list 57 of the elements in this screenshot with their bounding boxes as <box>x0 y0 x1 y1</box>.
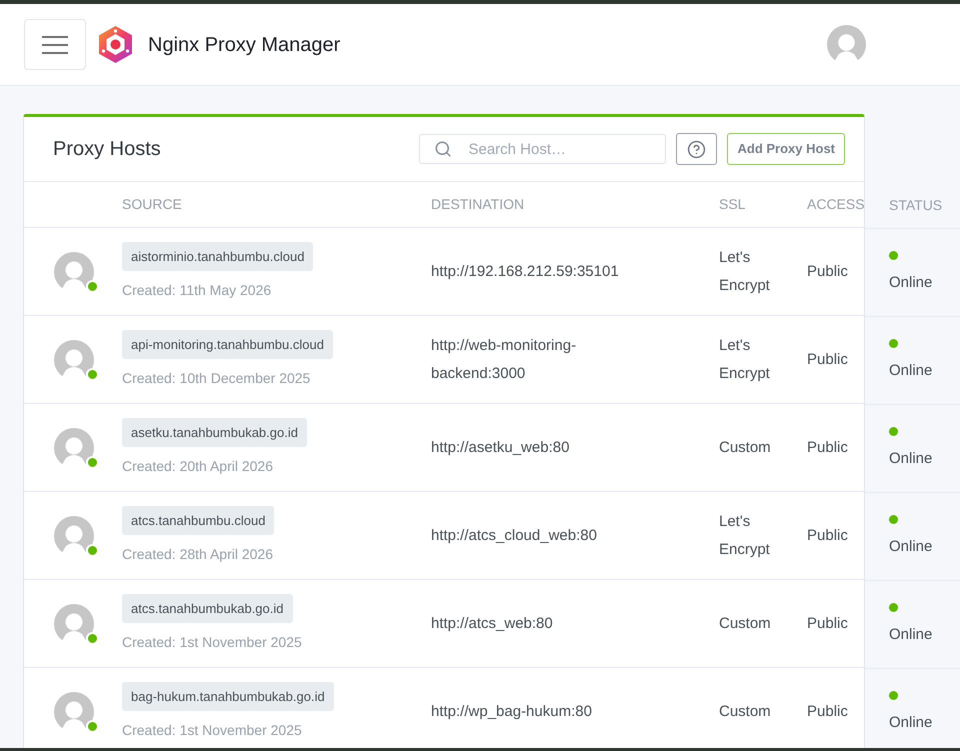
help-button[interactable] <box>676 133 718 165</box>
menu-button[interactable] <box>24 19 86 70</box>
card-title: Proxy Hosts <box>53 137 161 162</box>
status-text: Online <box>889 360 932 381</box>
avatar-icon <box>54 516 94 556</box>
destination-url: http://192.168.212.59:35101 <box>431 262 620 282</box>
access-type: Public <box>807 526 848 544</box>
logo-icon <box>99 26 132 63</box>
ssl-type: Let's Encrypt <box>719 336 771 384</box>
domain-tag: atcs.tanahbumbu.cloud <box>122 506 274 536</box>
destination-url: http://wp_bag-hukum:80 <box>431 702 593 722</box>
created-date: Created: 28th April 2026 <box>122 545 273 564</box>
status-text: Online <box>889 536 932 557</box>
ssl-type: Custom <box>719 614 772 634</box>
created-date: Created: 1st November 2025 <box>122 721 302 740</box>
column-header: SSL <box>719 196 746 212</box>
column-header: DESTINATION <box>431 196 524 212</box>
access-type: Public <box>807 614 848 632</box>
status-text: Online <box>889 624 932 645</box>
column-header: ACCESS <box>807 196 865 212</box>
ssl-type: Custom <box>719 702 772 722</box>
access-type: Public <box>807 438 848 456</box>
avatar-icon <box>54 428 94 468</box>
avatar-icon <box>54 692 94 732</box>
status-text: Online <box>889 712 932 733</box>
avatar-icon <box>54 340 94 380</box>
domain-tag: aistorminio.tanahbumbu.cloud <box>122 242 314 272</box>
ssl-type: Let's Encrypt <box>719 248 771 296</box>
created-date: Created: 11th May 2026 <box>122 281 272 300</box>
created-date: Created: 10th December 2025 <box>122 369 310 388</box>
avatar-icon <box>54 252 94 292</box>
menu-icon <box>42 34 68 54</box>
ssl-type: Let's Encrypt <box>719 512 771 560</box>
domain-tag: api-monitoring.tanahbumbu.cloud <box>122 330 333 360</box>
destination-url: http://web-monitoring-backend:3000 <box>431 336 578 384</box>
domain-tag: bag-hukum.tanahbumbukab.go.id <box>122 682 334 712</box>
help-icon <box>687 140 706 158</box>
access-type: Public <box>807 262 848 280</box>
search-icon <box>434 140 452 158</box>
access-type: Public <box>807 702 848 720</box>
column-header: STATUS <box>889 196 942 215</box>
domain-tag: atcs.tanahbumbukab.go.id <box>122 594 292 624</box>
search-field[interactable]: Search Host… <box>419 134 666 164</box>
access-type: Public <box>807 350 848 368</box>
destination-url: http://atcs_web:80 <box>431 614 554 634</box>
domain-tag: asetku.tanahbumbukab.go.id <box>122 418 307 448</box>
created-date: Created: 20th April 2026 <box>122 457 273 476</box>
created-date: Created: 1st November 2025 <box>122 633 302 652</box>
avatar-icon <box>54 604 94 644</box>
app-title: Nginx Proxy Manager <box>148 32 340 58</box>
destination-url: http://asetku_web:80 <box>431 438 570 458</box>
status-text: Online <box>889 272 932 293</box>
add-proxy-host-button[interactable]: Add Proxy Host <box>727 133 845 165</box>
status-text: Online <box>889 448 932 469</box>
destination-url: http://atcs_cloud_web:80 <box>431 526 598 546</box>
column-header: SOURCE <box>122 196 182 212</box>
ssl-type: Custom <box>719 438 772 458</box>
